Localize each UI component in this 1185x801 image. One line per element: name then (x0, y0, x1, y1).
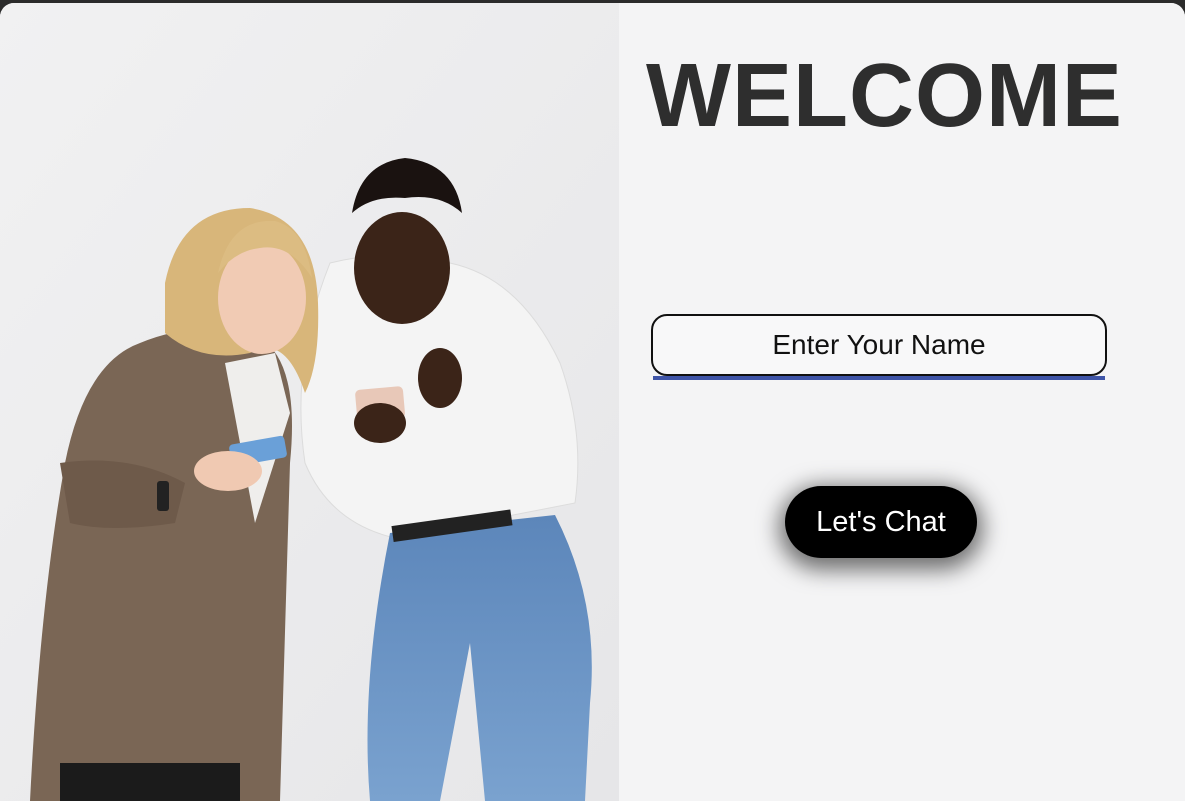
app-window: WELCOME Let's Chat (0, 3, 1185, 801)
input-focus-underline (653, 376, 1105, 380)
hero-image (0, 3, 619, 801)
welcome-panel: WELCOME Let's Chat (619, 3, 1185, 801)
name-input[interactable] (651, 314, 1107, 376)
lets-chat-button[interactable]: Let's Chat (785, 486, 977, 558)
name-field-wrapper (651, 314, 1107, 380)
page-title: WELCOME (646, 46, 1123, 146)
